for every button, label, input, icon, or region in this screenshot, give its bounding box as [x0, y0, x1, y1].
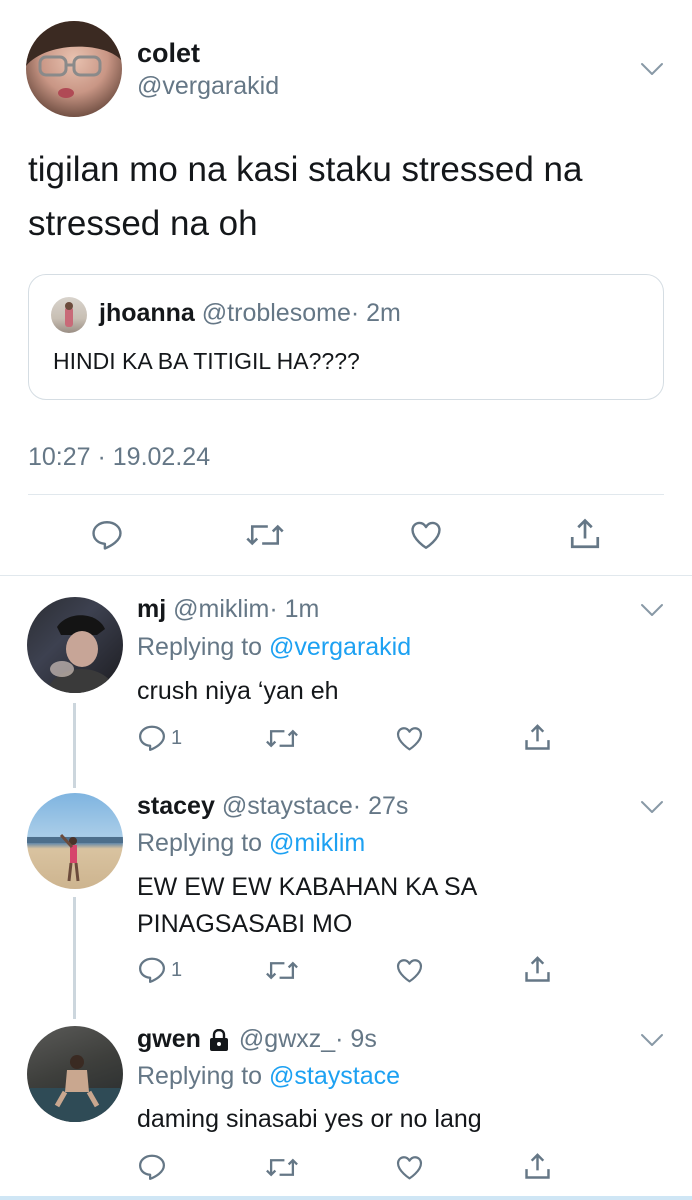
reply-icon[interactable]	[90, 518, 124, 552]
reply-author: gwen @gwxz_ · 9s	[137, 1025, 377, 1054]
share-icon[interactable]	[522, 722, 553, 753]
tweet-timestamp[interactable]: 10:27 · 19.02.24	[28, 443, 210, 472]
avatar[interactable]	[27, 1026, 123, 1122]
author-name[interactable]: colet	[137, 38, 200, 69]
chevron-down-icon[interactable]	[640, 598, 664, 622]
quoted-name[interactable]: jhoanna	[99, 299, 195, 327]
reply-time: · 1m	[269, 595, 320, 623]
retweet-icon[interactable]	[265, 724, 299, 753]
lock-icon	[209, 1028, 229, 1051]
reply-count: 1	[171, 958, 183, 981]
reply-icon	[137, 723, 167, 753]
reply-icon[interactable]	[137, 1152, 167, 1182]
divider	[28, 494, 664, 495]
quoted-avatar	[51, 297, 87, 333]
reply-author: mj @miklim· 1m	[137, 595, 319, 624]
quoted-tweet[interactable]: jhoanna @troblesome· 2m HINDI KA BA TITI…	[28, 274, 664, 400]
reply-icon	[137, 955, 167, 985]
reply-text-line-1: EW EW EW KABAHAN KA SA	[137, 873, 478, 901]
retweet-icon[interactable]	[245, 518, 285, 552]
author-handle[interactable]: @gwxz_	[239, 1025, 335, 1054]
section-divider	[0, 575, 692, 576]
quoted-time: · 2m	[350, 299, 401, 327]
like-icon[interactable]	[408, 518, 444, 552]
replying-to: Replying to @staystace	[137, 1062, 400, 1091]
replying-to-link[interactable]: @vergarakid	[269, 633, 411, 661]
author-handle[interactable]: @staystace	[222, 792, 353, 820]
quoted-text: HINDI KA BA TITIGIL HA????	[53, 348, 360, 374]
tweet-text-line-2: stressed na oh	[28, 204, 258, 243]
author-handle[interactable]: @miklim	[173, 595, 269, 623]
reply-button[interactable]: 1	[137, 723, 182, 753]
bottom-accent-bar	[0, 1196, 692, 1200]
reply-author: stacey @staystace· 27s	[137, 792, 408, 821]
chevron-down-icon[interactable]	[640, 57, 664, 81]
replying-to-prefix: Replying to	[137, 633, 263, 661]
share-icon[interactable]	[567, 516, 603, 552]
reply-text-line-2: PINAGSASABI MO	[137, 910, 353, 938]
avatar[interactable]	[27, 597, 123, 693]
retweet-icon[interactable]	[265, 956, 299, 985]
avatar[interactable]	[26, 21, 122, 117]
replying-to-link[interactable]: @miklim	[269, 829, 365, 857]
chevron-down-icon[interactable]	[640, 1028, 664, 1052]
like-icon[interactable]	[394, 724, 425, 753]
share-icon[interactable]	[522, 1151, 553, 1182]
reply-count: 1	[171, 726, 183, 749]
replying-to-link[interactable]: @staystace	[269, 1062, 400, 1090]
replying-to-prefix: Replying to	[137, 829, 263, 857]
reply-time: · 9s	[335, 1025, 377, 1053]
tweet-text-line-1: tigilan mo na kasi staku stressed na	[28, 150, 583, 189]
thread-line	[73, 703, 76, 788]
author-name[interactable]: stacey	[137, 792, 215, 820]
author-name[interactable]: mj	[137, 595, 166, 623]
reply-button[interactable]: 1	[137, 955, 182, 985]
quoted-handle[interactable]: @troblesome	[202, 299, 351, 327]
quoted-author: jhoanna @troblesome· 2m	[99, 299, 401, 328]
thread-line	[73, 897, 76, 1019]
reply-time: · 27s	[352, 792, 409, 820]
chevron-down-icon[interactable]	[640, 795, 664, 819]
retweet-icon[interactable]	[265, 1153, 299, 1182]
author-handle[interactable]: @vergarakid	[137, 72, 279, 101]
reply-text: daming sinasabi yes or no lang	[137, 1105, 482, 1133]
avatar[interactable]	[27, 793, 123, 889]
author-name[interactable]: gwen	[137, 1025, 201, 1054]
like-icon[interactable]	[394, 956, 425, 985]
replying-to-prefix: Replying to	[137, 1062, 263, 1090]
replying-to: Replying to @vergarakid	[137, 633, 411, 662]
like-icon[interactable]	[394, 1153, 425, 1182]
replying-to: Replying to @miklim	[137, 829, 365, 858]
share-icon[interactable]	[522, 954, 553, 985]
reply-text: crush niya ‘yan eh	[137, 677, 339, 705]
